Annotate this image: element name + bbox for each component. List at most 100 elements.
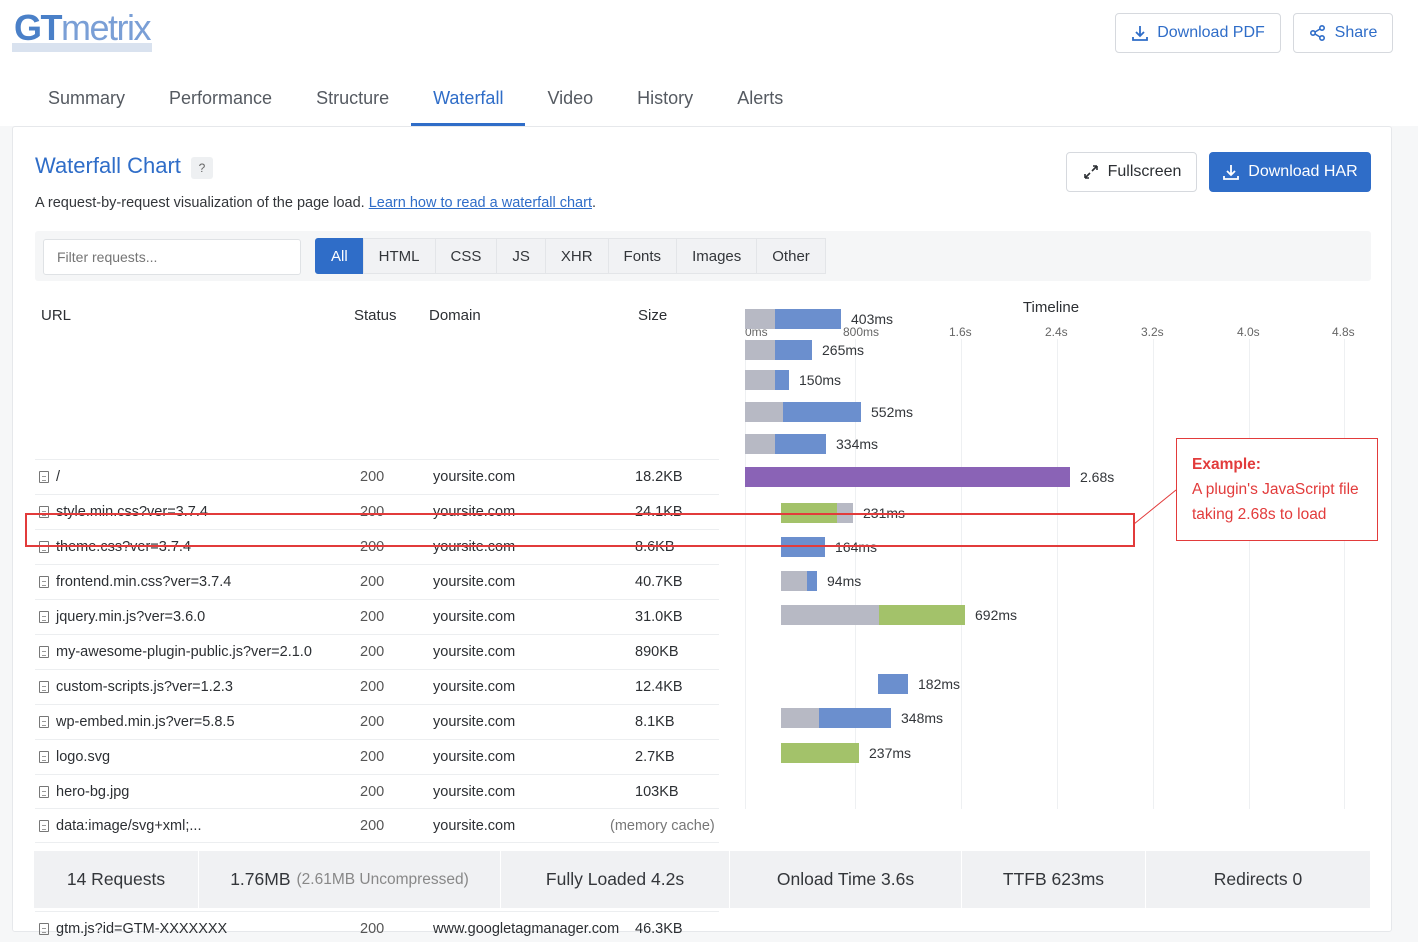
request-url[interactable]: frontend.min.css?ver=3.7.4	[56, 565, 231, 599]
filter-js[interactable]: JS	[496, 238, 546, 274]
tab-alerts[interactable]: Alerts	[715, 70, 805, 126]
request-domain: yoursite.com	[433, 644, 516, 660]
request-url[interactable]: custom-scripts.js?ver=1.2.3	[56, 670, 233, 704]
tab-structure[interactable]: Structure	[294, 70, 411, 126]
file-icon	[39, 705, 51, 739]
timeline-bar-segment	[775, 370, 789, 390]
timeline-bar-segment	[745, 309, 775, 329]
requests-value: 14 Requests	[66, 869, 166, 889]
request-domain: yoursite.com	[433, 749, 516, 765]
request-size: 18.2KB	[635, 469, 683, 485]
request-url[interactable]: jquery.min.js?ver=3.6.0	[56, 600, 205, 634]
request-size: 103KB	[635, 784, 679, 800]
timeline-gridline	[1153, 339, 1154, 809]
request-row[interactable]: wp-embed.min.js?ver=5.8.5 200 yoursite.com…	[35, 704, 719, 738]
timeline-duration-label: 552ms	[871, 404, 914, 420]
file-icon	[39, 600, 51, 634]
gtmetrix-logo[interactable]: GTmetrix	[12, 6, 152, 52]
timeline-area: Timeline 0ms 800ms 1.6s 2.4s 3.2s 4.0s 4.8s 40…	[731, 295, 1371, 942]
request-row[interactable]: logo.svg 200 yoursite.com 2.7KB	[35, 739, 719, 773]
timeline-bar-segment	[783, 402, 861, 422]
request-url[interactable]: my-awesome-plugin-public.js?ver=2.1.0	[56, 635, 312, 669]
share-button[interactable]: Share	[1293, 13, 1393, 53]
learn-waterfall-link[interactable]: Learn how to read a waterfall chart	[369, 195, 592, 211]
timeline-bar-segment	[745, 340, 775, 360]
tab-video[interactable]: Video	[525, 70, 615, 126]
timeline-bar-segment	[775, 340, 812, 360]
timeline-duration-label: 403ms	[851, 311, 894, 327]
timeline-tick-label: 800ms	[843, 325, 880, 339]
timeline-bar-segment	[819, 708, 891, 728]
timeline-bar-segment	[745, 370, 775, 390]
status-header[interactable]: Status	[354, 307, 397, 324]
request-size: (memory cache)	[610, 818, 715, 834]
filter-other[interactable]: Other	[756, 238, 826, 274]
timeline-bar-segment	[781, 605, 879, 625]
download-har-label: Download HAR	[1248, 163, 1358, 180]
size-header[interactable]: Size	[638, 307, 667, 324]
request-size: 2.7KB	[635, 749, 675, 765]
timeline-tick-label: 4.0s	[1237, 325, 1260, 339]
uncompressed-size: (2.61MB Uncompressed)	[296, 870, 469, 888]
request-domain: yoursite.com	[433, 714, 516, 730]
request-domain: yoursite.com	[433, 469, 516, 485]
tab-history[interactable]: History	[615, 70, 715, 126]
summary-stats: 14 Requests 1.76MB (2.61MB Uncompressed) …	[34, 851, 1370, 908]
request-row[interactable]: hero-bg.jpg 200 yoursite.com 103KB	[35, 774, 719, 808]
request-domain: www.googletagmanager.com	[433, 921, 620, 937]
fullscreen-button[interactable]: Fullscreen	[1066, 152, 1197, 192]
file-icon	[39, 565, 51, 599]
timeline-bar-segment	[781, 743, 859, 763]
request-url[interactable]: logo.svg	[56, 740, 110, 774]
filter-css[interactable]: CSS	[434, 238, 498, 274]
download-har-button[interactable]: Download HAR	[1209, 152, 1371, 192]
request-row[interactable]: my-awesome-plugin-public.js?ver=2.1.0 200…	[35, 634, 719, 668]
filter-fonts[interactable]: Fonts	[607, 238, 678, 274]
request-row[interactable]: / 200 yoursite.com 18.2KB	[35, 459, 719, 493]
file-icon	[39, 670, 51, 704]
expand-icon	[1083, 165, 1098, 179]
timeline-bar-segment	[878, 674, 908, 694]
panel-description: A request-by-request visualization of th…	[35, 195, 597, 211]
file-icon	[39, 740, 51, 774]
request-status: 200	[360, 749, 385, 765]
file-icon	[39, 775, 51, 809]
callout-connector	[1134, 489, 1177, 525]
timeline-bar-segment	[781, 571, 807, 591]
onload-value: Onload Time 3.6s	[776, 869, 915, 889]
request-status: 200	[360, 609, 385, 625]
tab-performance[interactable]: Performance	[147, 70, 294, 126]
redirects-value: Redirects 0	[1213, 869, 1303, 889]
request-row[interactable]: data:image/svg+xml;... 200 yoursite.com (me…	[35, 808, 719, 842]
share-label: Share	[1334, 24, 1378, 41]
timeline-gridline	[1057, 339, 1058, 809]
request-domain: yoursite.com	[433, 818, 516, 834]
url-header[interactable]: URL	[41, 307, 71, 324]
share-icon	[1309, 24, 1325, 42]
request-url[interactable]: hero-bg.jpg	[56, 775, 129, 809]
stat-onload: Onload Time 3.6s	[730, 851, 962, 908]
request-row[interactable]: frontend.min.css?ver=3.7.4 200 yoursite.co…	[35, 564, 719, 598]
stat-ttfb: TTFB 623ms	[962, 851, 1146, 908]
request-row[interactable]: gtm.js?id=GTM-XXXXXXX 200 www.googletagman…	[35, 911, 719, 942]
timeline-duration-label: 348ms	[901, 710, 944, 726]
timeline-duration-label: 265ms	[822, 342, 865, 358]
request-url[interactable]: gtm.js?id=GTM-XXXXXXX	[56, 912, 227, 942]
help-icon[interactable]: ?	[191, 157, 213, 179]
domain-header[interactable]: Domain	[429, 307, 481, 324]
request-row[interactable]: custom-scripts.js?ver=1.2.3 200 yoursite.c…	[35, 669, 719, 703]
tab-waterfall[interactable]: Waterfall	[411, 70, 526, 126]
filter-xhr[interactable]: XHR	[544, 238, 609, 274]
request-url[interactable]: data:image/svg+xml;...	[56, 809, 201, 843]
request-row[interactable]: jquery.min.js?ver=3.6.0 200 yoursite.com 31…	[35, 599, 719, 633]
tab-summary[interactable]: Summary	[26, 70, 147, 126]
request-url[interactable]: wp-embed.min.js?ver=5.8.5	[56, 705, 235, 739]
filter-all[interactable]: All	[315, 238, 364, 274]
filter-images[interactable]: Images	[676, 238, 758, 274]
filter-html[interactable]: HTML	[362, 238, 436, 274]
download-pdf-button[interactable]: Download PDF	[1115, 13, 1281, 53]
filter-requests-input[interactable]	[43, 239, 301, 275]
download-icon	[1132, 26, 1149, 41]
download-pdf-label: Download PDF	[1157, 24, 1265, 41]
request-url[interactable]: /	[56, 460, 60, 494]
